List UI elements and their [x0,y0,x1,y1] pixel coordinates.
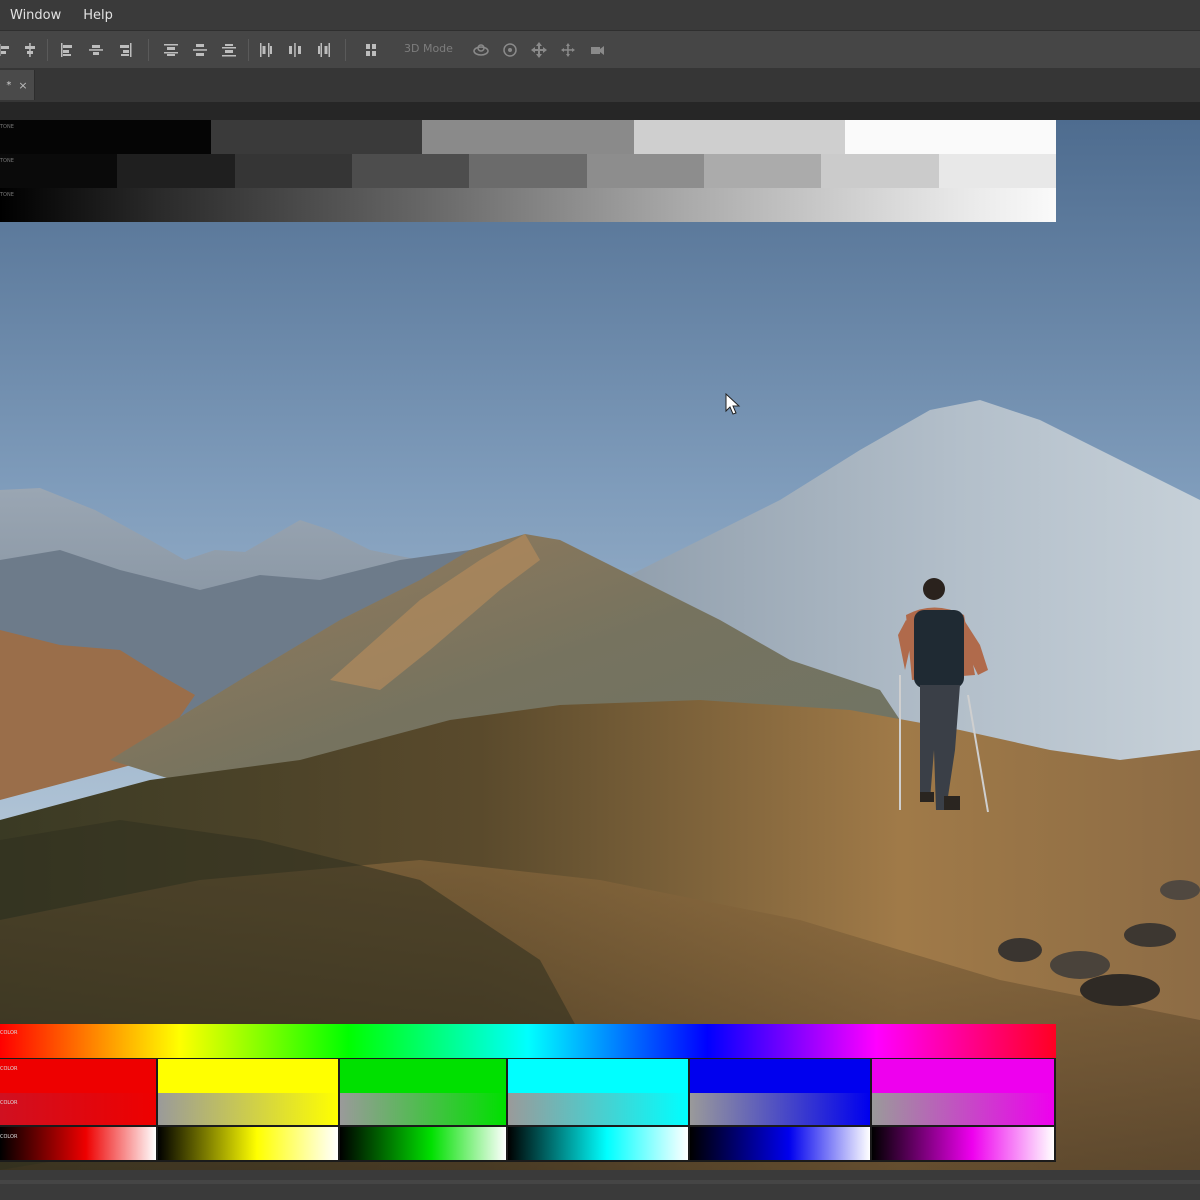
color-saturation-patch [690,1093,870,1125]
gray-patch [234,154,352,188]
gray-row-label: TONE [0,192,14,198]
gray-patch [117,154,235,188]
toolbar-separator [248,39,249,61]
gray-test-chart: TONE TONE TONE [0,120,1057,222]
gray-row-label: TONE [0,124,14,130]
gray-row-label: TONE [0,158,14,164]
scale-3d-icon[interactable] [587,40,607,60]
gray-gradient-row [0,188,1056,222]
distribute-left-icon[interactable] [256,40,276,60]
gray-patch [938,154,1056,188]
pan-3d-icon[interactable] [529,40,549,60]
color-tone-ramp [872,1127,1054,1160]
gray-patch [211,120,423,154]
toolbar-separator [148,39,149,61]
align-bottom-edges-icon[interactable] [115,40,135,60]
spectrum-gradient-row [0,1024,1056,1058]
color-row-label: COLOR [0,1100,18,1106]
color-saturation-patch [508,1093,688,1125]
toolbar-separator [345,39,346,61]
gray-patch [469,154,587,188]
mouse-cursor-icon [725,393,741,415]
menu-window[interactable]: Window [0,8,61,23]
modified-marker: * [6,79,12,91]
color-tone-ramp [340,1127,506,1160]
color-saturation-patch [0,1093,156,1125]
color-saturation-patch [872,1093,1054,1125]
color-saturation-patch [158,1093,338,1125]
hiker-mountain-photo[interactable] [0,120,1200,1170]
gray-patch [0,154,118,188]
gray-patch-row [0,120,1057,154]
align-left-edges-icon[interactable] [0,40,16,60]
color-row-label: COLOR [0,1066,18,1072]
color-patch [0,1059,156,1093]
color-test-chart: COLOR COLOR COLOR COLOR [0,1024,1056,1162]
color-tone-ramp [158,1127,338,1160]
distribute-right-icon[interactable] [314,40,334,60]
gray-patch [351,154,470,188]
align-vertical-centers-icon[interactable] [86,40,106,60]
color-tone-ramp [0,1127,156,1160]
color-patch [158,1059,338,1093]
gray-patch [422,120,634,154]
close-tab-icon[interactable]: × [18,79,27,92]
gray-patch [844,120,1057,154]
slide-3d-icon[interactable] [558,40,578,60]
color-row-label: COLOR [0,1134,18,1140]
status-bar [0,1170,1200,1200]
color-patch [340,1059,506,1093]
distribute-top-icon[interactable] [161,40,181,60]
color-patch [690,1059,870,1093]
document-tab[interactable]: * × [0,70,35,100]
distribute-horizontal-centers-icon[interactable] [285,40,305,60]
color-tone-ramp [508,1127,688,1160]
auto-align-icon[interactable] [361,40,381,60]
menu-bar: Window Help [0,0,1200,30]
color-patch [508,1059,688,1093]
gray-patch [821,154,939,188]
color-row-label: COLOR [0,1030,18,1036]
color-saturation-patch [340,1093,506,1125]
orbit-3d-icon[interactable] [471,40,491,60]
align-horizontal-centers-icon[interactable] [20,40,40,60]
toolbar-separator [47,39,48,61]
options-bar: 3D Mode [0,30,1200,70]
gray-patch-row [0,154,1056,188]
gray-patch [703,154,822,188]
gray-patch [0,120,212,154]
status-bar-divider [0,1180,1200,1184]
menu-help[interactable]: Help [73,8,113,23]
gray-patch [586,154,704,188]
align-top-edges-icon[interactable] [57,40,77,60]
color-patch [872,1059,1054,1093]
color-tone-ramp [690,1127,870,1160]
gray-patch [633,120,845,154]
distribute-bottom-icon[interactable] [219,40,239,60]
roll-3d-icon[interactable] [500,40,520,60]
mode-3d-label: 3D Mode [404,42,453,55]
document-tab-bar: * × [0,68,1200,102]
distribute-vertical-centers-icon[interactable] [190,40,210,60]
